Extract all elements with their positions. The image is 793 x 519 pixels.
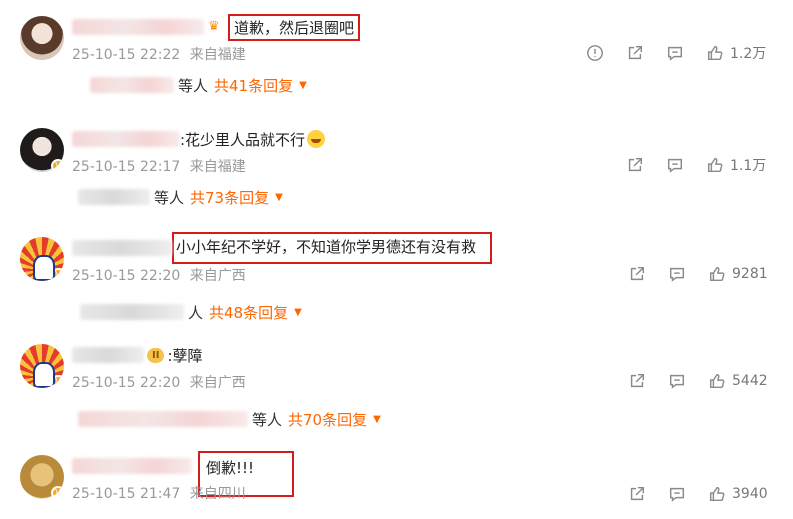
reply-summary[interactable]: 人 共48条回复 ▼: [80, 301, 302, 323]
thumb-up-icon[interactable]: [704, 154, 726, 176]
comment-meta: 25-10-15 21:47 来自四川: [72, 483, 246, 503]
timestamp: 25-10-15 22:22: [72, 47, 181, 63]
reply-who: 等人: [154, 188, 185, 207]
caret-down-icon[interactable]: ▼: [299, 80, 307, 91]
comment-meta: 25-10-15 22:20 来自广西: [72, 265, 246, 285]
thumb-up-icon[interactable]: [706, 263, 728, 285]
level-badge: II: [147, 347, 165, 363]
comment-text: 道歉，然后退圈吧: [228, 13, 361, 41]
exclamation-circle-icon[interactable]: [584, 42, 606, 64]
reply-who: 人: [188, 303, 204, 322]
reply-summary[interactable]: 等人 共70条回复 ▼: [78, 408, 381, 430]
verified-badge: V: [51, 486, 64, 499]
thumb-up-icon[interactable]: [704, 42, 726, 64]
thumb-up-icon[interactable]: [706, 370, 728, 392]
reply-summary[interactable]: 等人 共73条回复 ▼: [78, 186, 283, 208]
reply-users-blurred: [80, 304, 184, 320]
comment-text: :孽障: [167, 346, 203, 365]
reply-users-blurred: [78, 189, 150, 205]
comment-icon[interactable]: [664, 154, 686, 176]
caret-down-icon[interactable]: ▼: [275, 192, 283, 203]
comment-item: V 小小年纪不学好，不知道你学男德还有没有救 25-10-15 22:20 来自…: [0, 232, 793, 333]
comment-meta: 25-10-15 22:20 来自广西: [72, 372, 246, 392]
like-count: 5442: [732, 373, 768, 389]
avatar[interactable]: V: [20, 237, 64, 281]
action-bar: 9281: [626, 263, 768, 285]
location: 来自广西: [189, 375, 246, 391]
comment-icon[interactable]: [666, 370, 688, 392]
location: 来自福建: [189, 159, 246, 175]
reply-who: 等人: [178, 76, 209, 95]
share-icon[interactable]: [626, 483, 648, 505]
laugh-emoji-icon: [307, 130, 326, 148]
share-icon[interactable]: [624, 154, 646, 176]
comment-meta: 25-10-15 22:22 来自福建: [72, 44, 246, 64]
comment-item: ♛ 道歉，然后退圈吧 25-10-15 22:22 来自福建 1.2万 等人 共…: [0, 13, 793, 112]
comment-item: V 倒歉!!! 25-10-15 21:47 来自四川 3940: [0, 451, 793, 519]
like-count: 3940: [732, 486, 768, 502]
action-bar: 1.2万: [584, 42, 766, 64]
avatar[interactable]: V: [20, 455, 64, 499]
action-bar: 1.1万: [624, 154, 766, 176]
share-icon[interactable]: [626, 263, 648, 285]
timestamp: 25-10-15 21:47: [72, 486, 181, 502]
reply-users-blurred: [78, 411, 248, 427]
username-blurred[interactable]: [72, 347, 144, 363]
like-count: 9281: [732, 266, 768, 282]
reply-total[interactable]: 共48条回复: [209, 302, 288, 323]
reply-summary[interactable]: 等人 共41条回复 ▼: [90, 74, 307, 96]
reply-users-blurred: [90, 77, 174, 93]
avatar[interactable]: V: [20, 344, 64, 388]
reply-who: 等人: [252, 410, 283, 429]
timestamp: 25-10-15 22:20: [72, 268, 181, 284]
username-blurred[interactable]: [72, 458, 192, 474]
username-blurred[interactable]: [72, 131, 180, 147]
location: 来自广西: [189, 268, 246, 284]
comment-text: :花少里人品就不行: [180, 130, 306, 149]
comment-item: V II :孽障 25-10-15 22:20 来自广西 5442 等人 共70…: [0, 344, 793, 440]
reply-total[interactable]: 共41条回复: [214, 75, 293, 96]
action-bar: 3940: [626, 483, 768, 505]
like-count: 1.2万: [730, 46, 767, 62]
caret-down-icon[interactable]: ▼: [294, 307, 302, 318]
share-icon[interactable]: [626, 370, 648, 392]
username-blurred[interactable]: [72, 19, 204, 35]
verified-badge: V: [51, 268, 64, 281]
comment-icon[interactable]: [666, 483, 688, 505]
avatar[interactable]: V: [20, 128, 64, 172]
comment-icon[interactable]: [664, 42, 686, 64]
comment-icon[interactable]: [666, 263, 688, 285]
comment-item: V :花少里人品就不行 25-10-15 22:17 来自福建 1.1万 等人 …: [0, 128, 793, 224]
action-bar: 5442: [626, 370, 768, 392]
comment-text: 小小年纪不学好，不知道你学男德还有没有救: [172, 232, 493, 264]
comment-meta: 25-10-15 22:17 来自福建: [72, 156, 246, 176]
comment-text: 倒歉!!!: [206, 459, 255, 477]
reply-total[interactable]: 共73条回复: [190, 187, 269, 208]
timestamp: 25-10-15 22:17: [72, 159, 181, 175]
like-count: 1.1万: [730, 158, 767, 174]
caret-down-icon[interactable]: ▼: [373, 414, 381, 425]
share-icon[interactable]: [624, 42, 646, 64]
thumb-up-icon[interactable]: [706, 483, 728, 505]
verified-badge: V: [51, 159, 64, 172]
timestamp: 25-10-15 22:20: [72, 375, 181, 391]
location: 来自四川: [189, 486, 246, 502]
reply-total[interactable]: 共70条回复: [288, 409, 367, 430]
verified-badge: V: [51, 375, 64, 388]
crown-icon: ♛: [208, 19, 220, 34]
location: 来自福建: [189, 47, 246, 63]
username-blurred[interactable]: [72, 240, 172, 256]
avatar[interactable]: [20, 16, 64, 60]
